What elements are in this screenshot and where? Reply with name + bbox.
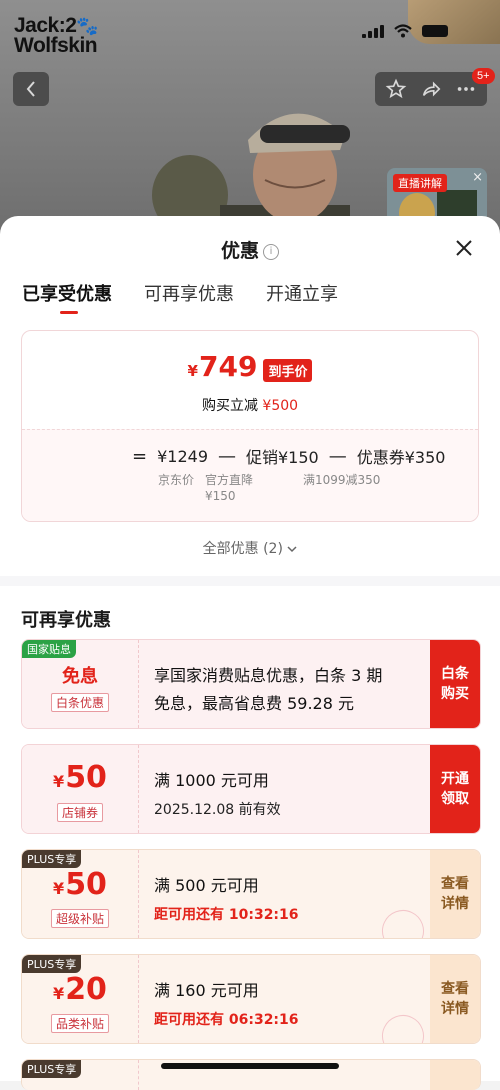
coupon-amount: ¥50 [53,760,107,795]
star-icon[interactable] [385,78,407,100]
price-formula: = ¥1249 — 促销¥150 — 优惠券¥350 京东价 官方直降 ¥150… [22,429,478,521]
offer-tabs: 已享受优惠 可再享优惠 开通立享 [0,276,500,320]
chevron-left-icon [26,81,35,97]
baitiao-buy-button[interactable]: 白条 购买 [430,640,480,728]
coupon-plus-super: PLUS专享 ¥50 超级补贴 满 500 元可用 距可用还有 10:32:16… [21,849,481,939]
coupon-condition: 满 1000 元可用 [154,771,269,790]
view-details-button[interactable]: 查看 详情 [430,850,480,938]
brand-logo: Jack:2🐾 Wolfskin [14,14,99,57]
battery-icon [422,25,448,37]
top-actions [375,72,487,106]
coupon-desc-2: 免息，最高省息费 59.28 元 [154,694,354,713]
coupon-tag: PLUS专享 [22,955,82,973]
coupon-type: 品类补贴 [50,1014,109,1033]
coupon-desc: 享国家消费贴息优惠，白条 3 期 [154,666,383,685]
product-header-backdrop: Jack:2🐾 Wolfskin 5+ 直播讲解 × [0,0,500,240]
info-icon[interactable]: i [263,243,279,260]
coupon-expiry: 2025.12.08 前有效 [154,802,281,818]
back-button[interactable] [13,72,49,106]
all-offers-toggle[interactable]: 全部优惠 (2) [0,538,500,568]
share-icon[interactable] [420,78,442,100]
coupon-plus-category: PLUS专享 ¥20 品类补贴 满 160 元可用 距可用还有 06:32:16… [21,954,481,1044]
jd-price: ¥1249 [157,446,208,466]
view-details-button[interactable]: 查看 详情 [430,955,480,1043]
wifi-icon [394,24,412,38]
home-indicator [161,1063,339,1069]
price-breakdown-card: ¥749 到手价 购买立减 ¥500 = ¥1249 — 促销¥150 — 优惠… [21,330,479,522]
tab-activate[interactable]: 开通立享 [266,276,338,306]
live-label: 直播讲解 [393,174,447,192]
section-title: 可再享优惠 [21,610,111,631]
coupon-type: 店铺券 [56,803,103,822]
signal-icon [362,24,384,38]
coupon-tag: 国家贴息 [22,640,76,658]
activate-claim-button[interactable]: 开通 领取 [430,745,480,833]
sheet-header: 优惠 i [0,216,500,276]
save-summary: 购买立减 ¥500 [201,398,299,414]
final-price-tag: 到手价 [263,359,313,382]
coupon-discount: 优惠券¥350 [356,448,446,467]
section-divider [0,576,500,586]
close-icon[interactable] [454,238,474,258]
message-badge: 5+ [472,68,495,84]
close-icon[interactable]: × [472,170,483,185]
coupon-type: 白条优惠 [50,693,109,712]
sheet-title: 优惠 i [0,236,500,263]
coupon-condition: 满 500 元可用 [154,876,259,895]
coupon-tag: PLUS专享 [22,850,82,868]
final-price: ¥749 [187,350,258,383]
promo-discount: 促销¥150 [246,448,319,467]
tab-enjoyed[interactable]: 已享受优惠 [22,276,112,314]
coupon-interest-free: 国家贴息 免息 白条优惠 享国家消费贴息优惠，白条 3 期 免息，最高省息费 5… [21,639,481,729]
promo-label: 官方直降 ¥150 [205,473,254,503]
jd-price-label: 京东价 [158,473,195,487]
coupon-condition: 满 160 元可用 [154,981,259,1000]
coupon-label: 满1099减350 [303,473,381,487]
status-bar [362,24,448,38]
coupon-tag: PLUS专享 [22,1060,82,1078]
chevron-down-icon [287,546,297,553]
coupon-store: ¥50 店铺券 满 1000 元可用 2025.12.08 前有效 开通 领取 [21,744,481,834]
coupon-type: 超级补贴 [50,909,109,928]
tab-more-offers[interactable]: 可再享优惠 [144,276,234,306]
